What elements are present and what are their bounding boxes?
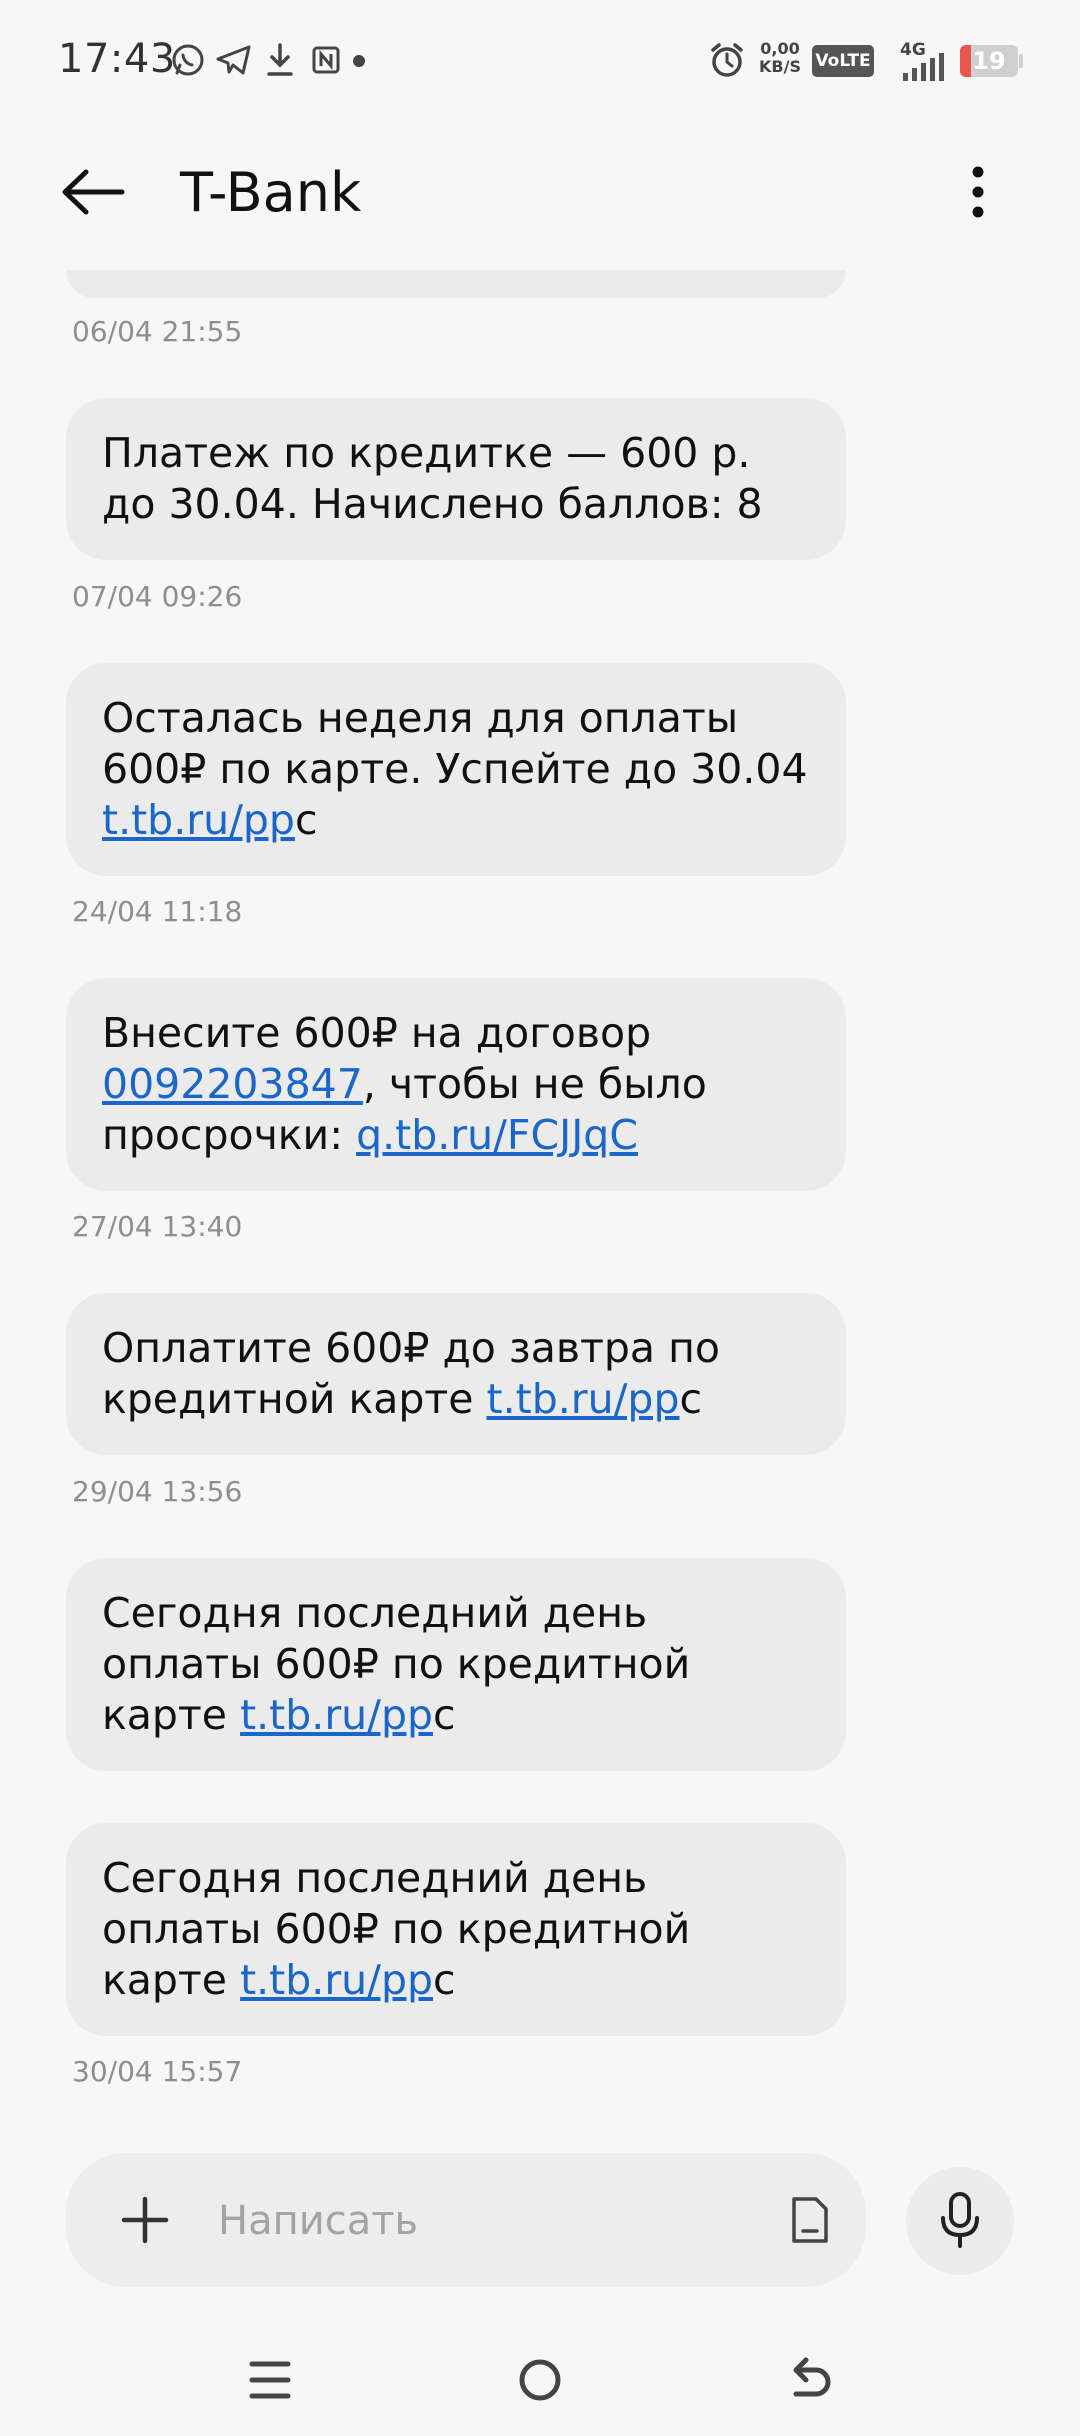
message-link-tail: c [433, 1956, 456, 2004]
voice-message-button[interactable] [906, 2167, 1014, 2275]
battery-indicator: 19 [960, 45, 1018, 77]
message-link-tail: c [433, 1691, 456, 1739]
message-link[interactable]: t.tb.ru/pp [240, 1691, 433, 1739]
message-link[interactable]: q.tb.ru/FCJJqC [356, 1111, 638, 1159]
message-bubble[interactable]: Осталась неделя для оплаты 600₽ по карте… [66, 663, 846, 876]
message-text: Платеж по кредитке — 600 р. до 30.04. На… [102, 429, 763, 528]
message-composer [66, 2153, 866, 2287]
message-timestamp: 24/04 11:18 [72, 895, 243, 928]
microphone-icon [941, 2192, 979, 2248]
nav-back-button[interactable] [770, 2340, 850, 2420]
signal-icon [900, 52, 948, 82]
message-input[interactable] [216, 2183, 670, 2259]
volte-badge: VoLTE [812, 45, 874, 77]
add-attachment-button[interactable] [112, 2187, 178, 2253]
notification-dot [353, 55, 365, 67]
home-circle-icon [519, 2359, 561, 2401]
message-bubble[interactable]: Сегодня последний день оплаты 600₽ по кр… [66, 1558, 846, 1771]
message-link-tail: c [679, 1375, 703, 1423]
message-bubble[interactable]: Сегодня последний день оплаты 600₽ по кр… [66, 1823, 846, 2036]
message-timestamp: 30/04 15:57 [72, 2055, 243, 2088]
message-link-tail: c [294, 796, 318, 844]
message-bubble[interactable]: Оплатите 600₽ до завтра по кредитной кар… [66, 1293, 846, 1455]
sms-conversation-screen: 17:43 0,00 KB/S VoLTE 4G 19 T-Bank 06/04… [0, 0, 1080, 2436]
message-text: Осталась неделя для оплаты 600₽ по карте… [102, 694, 808, 793]
message-timestamp: 07/04 09:26 [72, 580, 243, 613]
more-options-button[interactable] [950, 157, 1006, 227]
message-bubble[interactable]: Внесите 600₽ на договор 0092203847, чтоб… [66, 978, 846, 1191]
message-link[interactable]: t.tb.ru/pp [240, 1956, 433, 2004]
message-bubble-partial[interactable] [66, 270, 846, 298]
battery-level: 19 [972, 47, 1006, 75]
message-bubble[interactable]: Платеж по кредитке — 600 р. до 30.04. На… [66, 398, 846, 560]
arrow-left-icon [62, 169, 125, 215]
nav-menu-button[interactable] [230, 2340, 310, 2420]
message-link[interactable]: t.tb.ru/pp [487, 1375, 680, 1423]
conversation-title: T-Bank [180, 161, 362, 224]
app-header: T-Bank [0, 125, 1080, 260]
status-time: 17:43 [58, 36, 176, 82]
contract-number-link[interactable]: 0092203847 [102, 1060, 363, 1108]
nfc-icon [306, 38, 346, 82]
message-link[interactable]: t.tb.ru/pp [102, 796, 295, 844]
network-speed: 0,00 KB/S [759, 39, 801, 76]
alarm-icon [706, 38, 748, 82]
system-navigation-bar [0, 2320, 1080, 2436]
download-icon [260, 38, 300, 82]
nav-home-button[interactable] [500, 2340, 580, 2420]
status-bar: 17:43 0,00 KB/S VoLTE 4G 19 [0, 0, 1080, 125]
menu-icon [249, 2361, 291, 2399]
sim-select-button[interactable] [780, 2187, 840, 2253]
telegram-icon [212, 38, 256, 82]
message-timestamp: 29/04 13:56 [72, 1475, 243, 1508]
battery-cap [1019, 54, 1023, 68]
message-text: Внесите 600₽ на договор [102, 1009, 652, 1057]
plus-icon [121, 2196, 169, 2244]
back-arrow-icon [793, 2357, 831, 2397]
more-vertical-icon [972, 166, 984, 218]
message-timestamp: 27/04 13:40 [72, 1210, 243, 1243]
whatsapp-icon [166, 38, 210, 82]
sim-card-icon [792, 2197, 828, 2243]
message-timestamp: 06/04 21:55 [72, 315, 243, 348]
message-list[interactable]: 06/04 21:55 Платеж по кредитке — 600 р. … [0, 270, 1080, 2100]
back-button[interactable] [50, 157, 136, 227]
